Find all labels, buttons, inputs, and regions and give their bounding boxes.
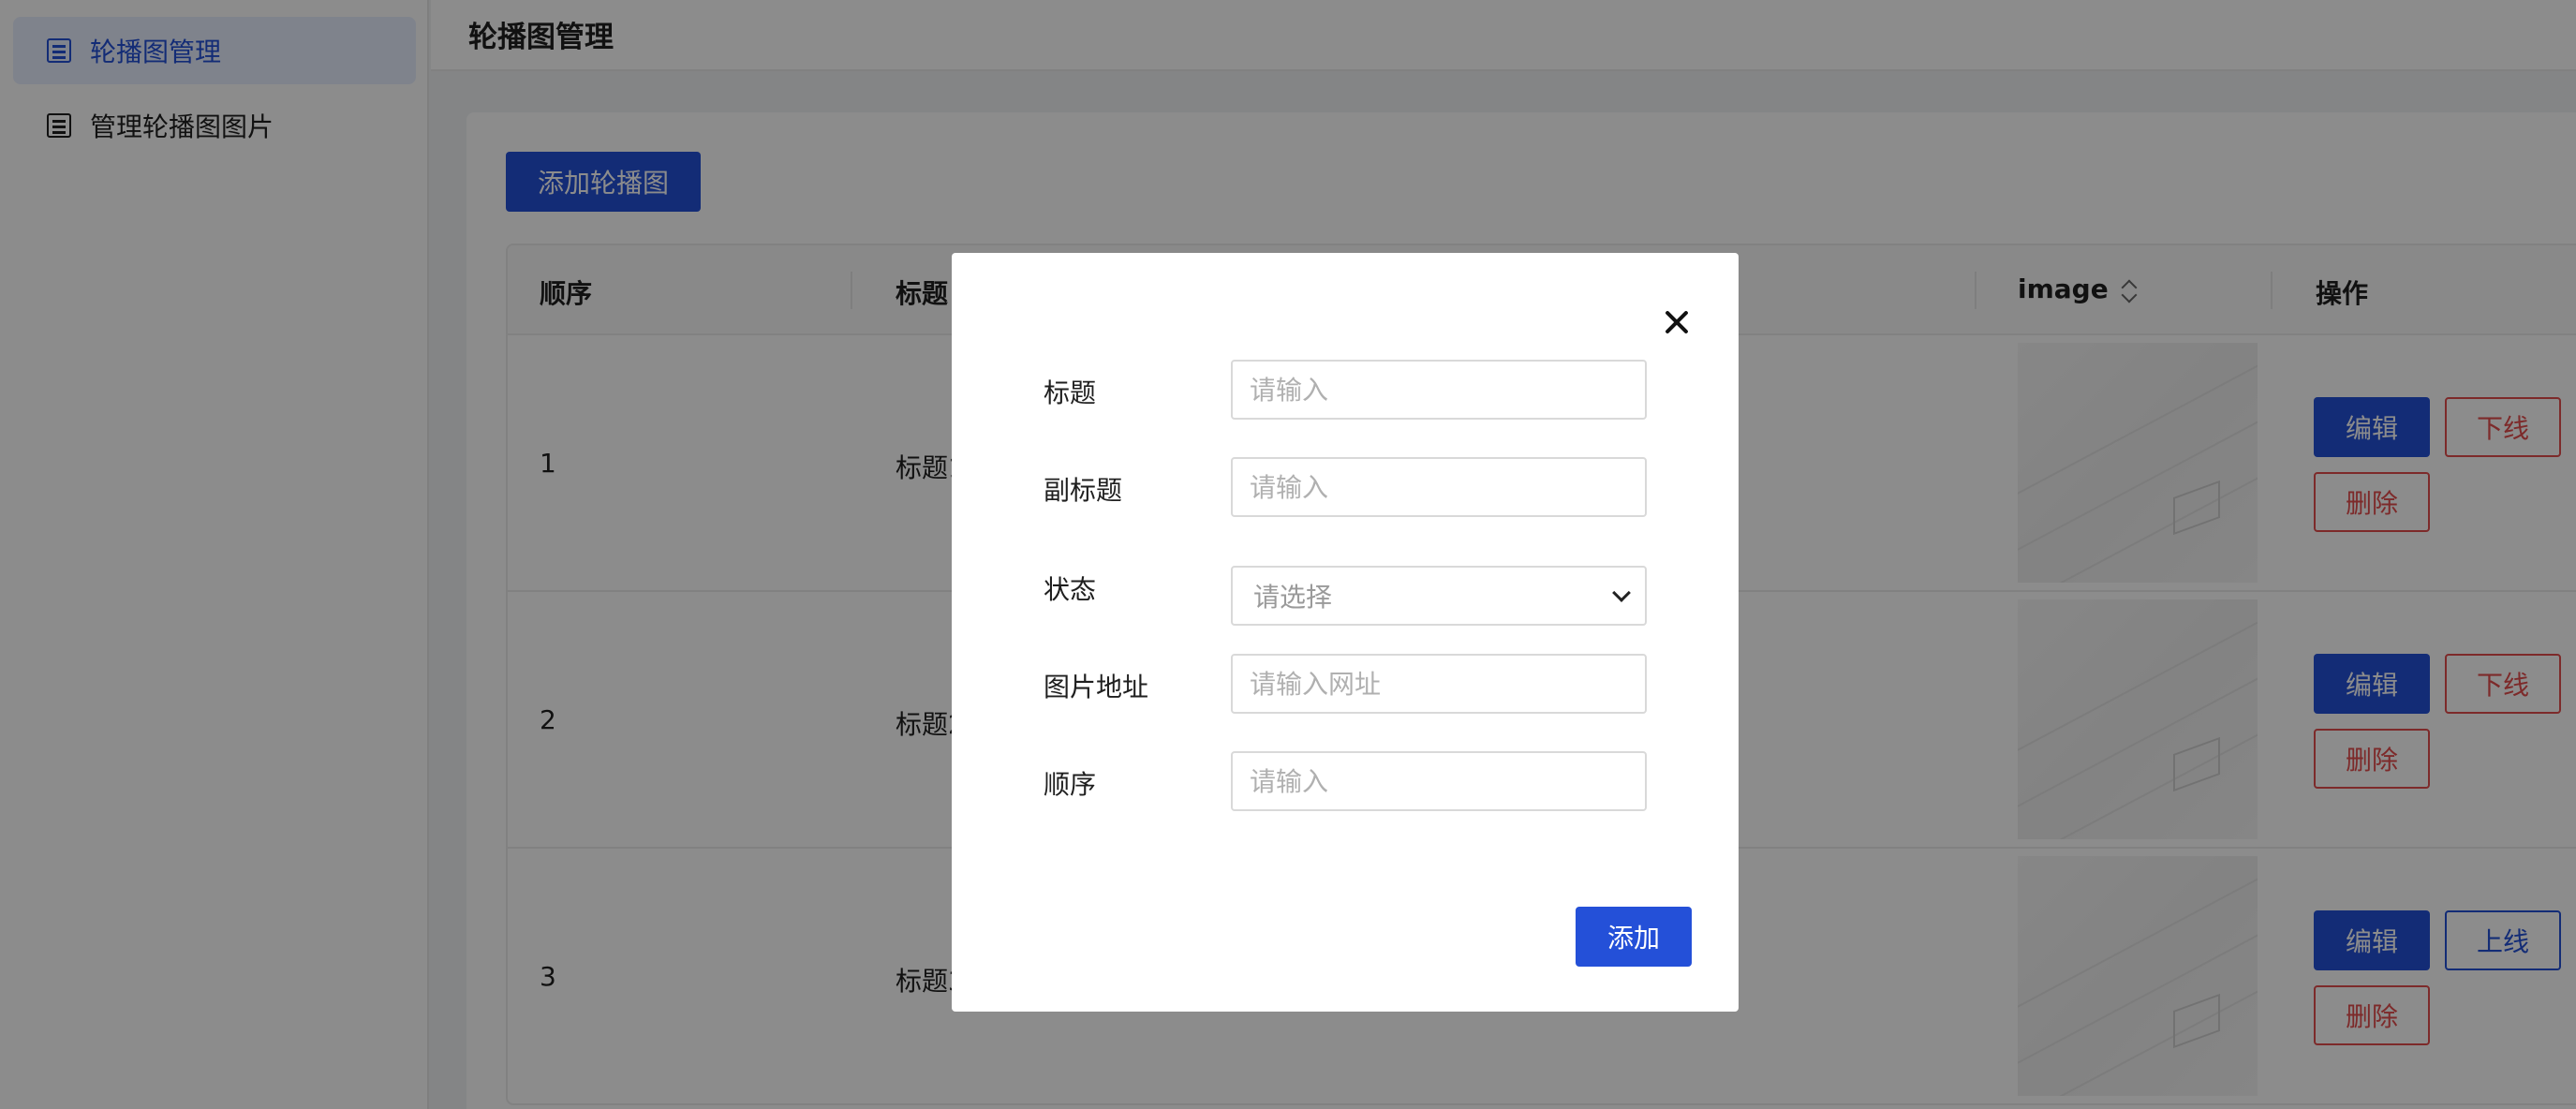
title-label: 标题	[1044, 377, 1097, 408]
order-input[interactable]	[1231, 751, 1647, 811]
title-input[interactable]	[1231, 360, 1647, 420]
order-label: 顺序	[1044, 769, 1097, 800]
image-url-label: 图片地址	[1044, 672, 1149, 702]
image-url-input[interactable]	[1231, 654, 1647, 714]
subtitle-label: 副标题	[1044, 475, 1123, 506]
status-select-placeholder: 请选择	[1253, 582, 1333, 613]
status-label: 状态	[1044, 574, 1097, 605]
chevron-down-icon	[1612, 584, 1631, 602]
add-carousel-modal: 标题 副标题 状态 请选择 图片地址 顺序 添加	[952, 253, 1739, 1012]
close-icon[interactable]	[1660, 305, 1694, 339]
subtitle-input[interactable]	[1231, 457, 1647, 517]
status-select[interactable]: 请选择	[1231, 566, 1647, 626]
submit-add-button[interactable]: 添加	[1576, 907, 1692, 967]
